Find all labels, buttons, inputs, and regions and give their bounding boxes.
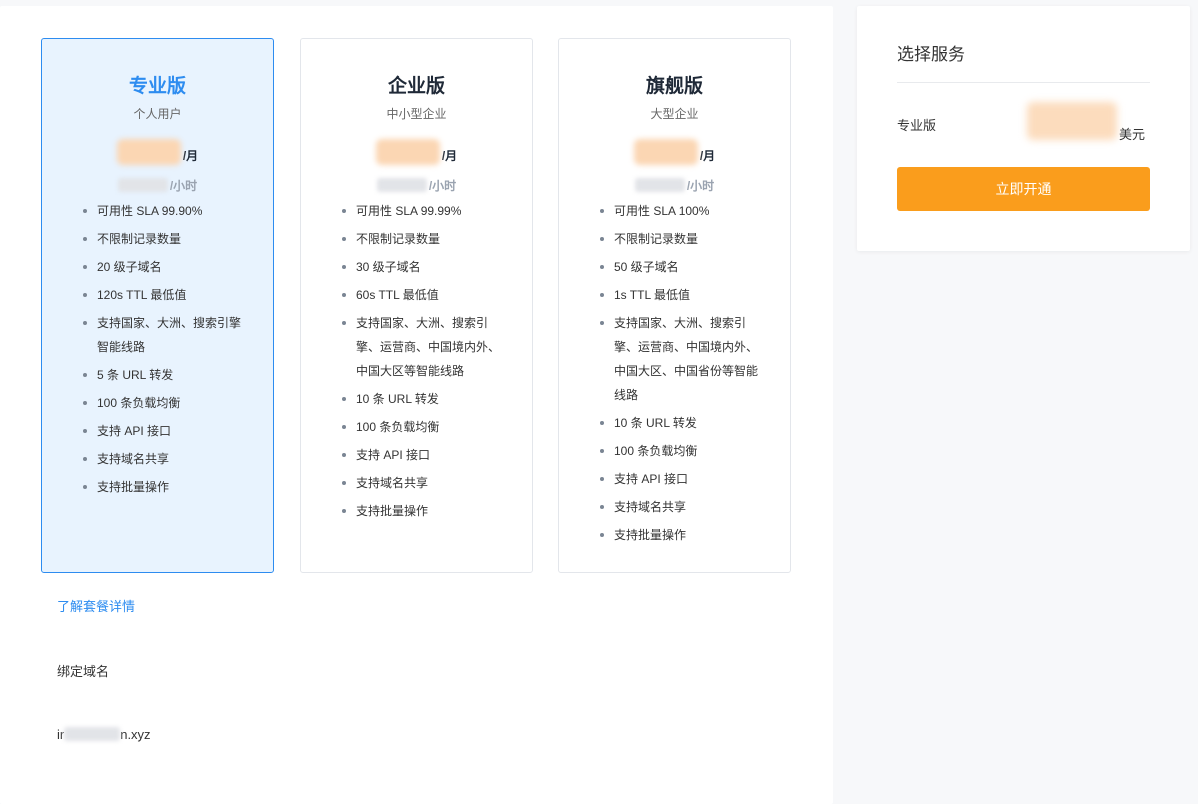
feature-item: 支持 API 接口 — [80, 419, 250, 443]
feature-item: 10 条 URL 转发 — [597, 411, 767, 435]
hour-unit: /小时 — [686, 178, 715, 193]
blurred-domain-part — [64, 727, 121, 741]
feature-item: 支持批量操作 — [597, 523, 767, 547]
hour-unit: /小时 — [169, 178, 198, 193]
blurred-price — [633, 139, 698, 165]
domain-suffix: n.xyz — [120, 726, 151, 742]
plan-audience: 中小型企业 — [386, 107, 447, 121]
price-unit: /月 — [699, 148, 716, 163]
feature-list: 可用性 SLA 99.90% 不限制记录数量 20 级子域名 120s TTL … — [80, 199, 250, 503]
feature-item: 支持国家、大洲、搜索引擎智能线路 — [80, 311, 250, 359]
selected-plan-label: 专业版 — [897, 118, 937, 133]
feature-item: 可用性 SLA 99.99% — [339, 199, 509, 223]
monthly-price: /月 — [559, 137, 790, 167]
feature-item: 5 条 URL 转发 — [80, 363, 250, 387]
price-unit: /月 — [441, 148, 458, 163]
hour-unit: /小时 — [428, 178, 457, 193]
summary-title: 选择服务 — [897, 45, 965, 64]
hourly-price: /小时 — [301, 177, 532, 193]
feature-item: 可用性 SLA 100% — [597, 199, 767, 223]
feature-item: 支持国家、大洲、搜索引擎、运营商、中国境内外、中国大区等智能线路 — [339, 311, 509, 383]
hourly-price: /小时 — [559, 177, 790, 193]
plan-audience: 大型企业 — [650, 107, 699, 121]
blurred-price — [116, 139, 181, 165]
feature-item: 100 条负载均衡 — [339, 415, 509, 439]
feature-item: 1s TTL 最低值 — [597, 283, 767, 307]
domain-prefix: ir — [57, 726, 65, 742]
feature-item: 100 条负载均衡 — [80, 391, 250, 415]
plan-card-pro[interactable]: 专业版 个人用户 /月 /小时 可用性 SLA 99.90% 不限制记录数量 2… — [41, 38, 274, 573]
feature-item: 10 条 URL 转发 — [339, 387, 509, 411]
plan-selection-panel: 专业版 个人用户 /月 /小时 可用性 SLA 99.90% 不限制记录数量 2… — [0, 6, 833, 804]
plan-card-enterprise[interactable]: 企业版 中小型企业 /月 /小时 可用性 SLA 99.99% 不限制记录数量 … — [300, 38, 533, 573]
bind-domain-label: 绑定域名 — [57, 664, 110, 679]
feature-item: 支持域名共享 — [339, 471, 509, 495]
feature-item: 不限制记录数量 — [80, 227, 250, 251]
blurred-price — [375, 139, 440, 165]
feature-item: 支持 API 接口 — [339, 443, 509, 467]
feature-item: 支持国家、大洲、搜索引擎、运营商、中国境内外、中国大区、中国省份等智能线路 — [597, 311, 767, 407]
bound-domain: ir n.xyz — [57, 725, 151, 743]
feature-item: 30 级子域名 — [339, 255, 509, 279]
feature-item: 支持批量操作 — [80, 475, 250, 499]
order-summary-panel: 选择服务 专业版 美元 立即开通 — [857, 6, 1190, 251]
plan-name: 旗舰版 — [645, 76, 703, 97]
plan-name: 企业版 — [387, 76, 445, 97]
feature-item: 20 级子域名 — [80, 255, 250, 279]
feature-item: 支持域名共享 — [597, 495, 767, 519]
monthly-price: /月 — [42, 137, 273, 167]
hourly-price: /小时 — [42, 177, 273, 193]
feature-item: 支持 API 接口 — [597, 467, 767, 491]
feature-item: 支持域名共享 — [80, 447, 250, 471]
feature-item: 支持批量操作 — [339, 499, 509, 523]
plan-card-flagship[interactable]: 旗舰版 大型企业 /月 /小时 可用性 SLA 100% 不限制记录数量 50 … — [558, 38, 791, 573]
currency-label: 美元 — [1119, 127, 1146, 142]
blurred-hourly-price — [634, 178, 685, 192]
feature-item: 可用性 SLA 99.90% — [80, 199, 250, 223]
blurred-hourly-price — [117, 178, 168, 192]
feature-item: 60s TTL 最低值 — [339, 283, 509, 307]
divider — [897, 82, 1150, 83]
plan-name: 专业版 — [128, 76, 186, 97]
feature-item: 不限制记录数量 — [597, 227, 767, 251]
price-unit: /月 — [182, 148, 199, 163]
feature-item: 50 级子域名 — [597, 255, 767, 279]
monthly-price: /月 — [301, 137, 532, 167]
feature-item: 100 条负载均衡 — [597, 439, 767, 463]
feature-item: 不限制记录数量 — [339, 227, 509, 251]
plan-details-link[interactable]: 了解套餐详情 — [57, 596, 135, 615]
blurred-total-price — [1027, 102, 1117, 140]
feature-item: 120s TTL 最低值 — [80, 283, 250, 307]
feature-list: 可用性 SLA 100% 不限制记录数量 50 级子域名 1s TTL 最低值 … — [597, 199, 767, 551]
blurred-hourly-price — [376, 178, 427, 192]
plan-audience: 个人用户 — [133, 107, 182, 121]
feature-list: 可用性 SLA 99.99% 不限制记录数量 30 级子域名 60s TTL 最… — [339, 199, 509, 527]
activate-now-button[interactable]: 立即开通 — [897, 167, 1150, 211]
